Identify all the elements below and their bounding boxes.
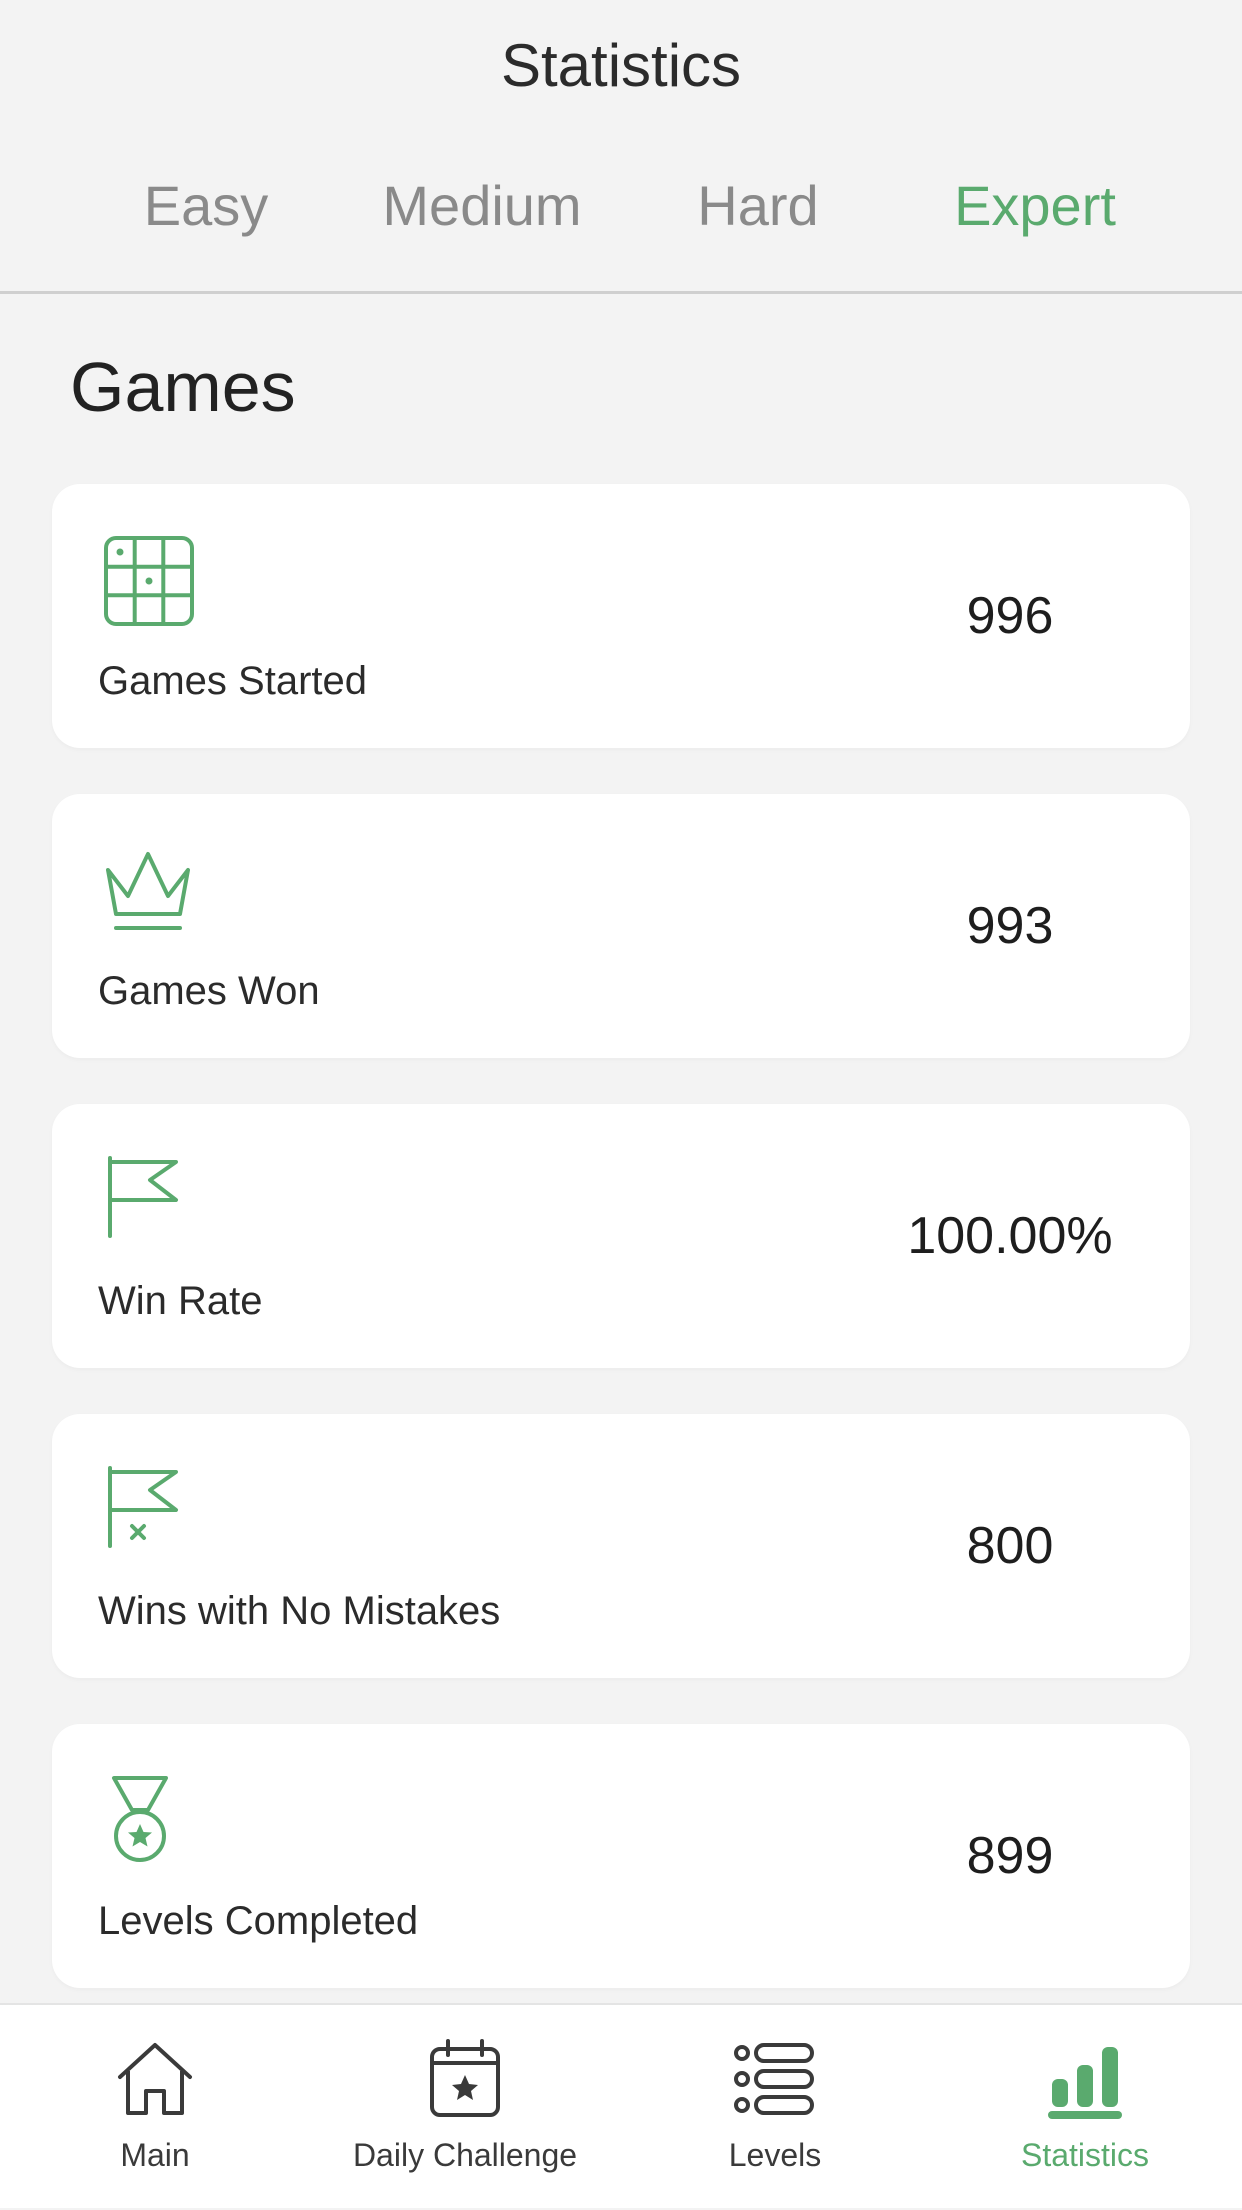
nav-item-levels[interactable]: Levels [620, 2005, 930, 2210]
home-icon [110, 2035, 200, 2125]
header: Statistics Easy Medium Hard Expert [0, 0, 1242, 294]
stat-value: 996 [966, 587, 1054, 645]
stat-card-wins-no-mistakes: Wins with No Mistakes 800 [52, 1414, 1190, 1678]
stat-card-levels-completed: Levels Completed 899 [52, 1724, 1190, 1988]
stat-label: Games Started [98, 659, 368, 703]
medal-icon [102, 1774, 198, 1870]
tab-easy[interactable]: Easy [68, 170, 344, 242]
stat-value: 993 [966, 897, 1054, 955]
bar-chart-icon [1040, 2035, 1130, 2125]
nav-label: Daily Challenge [352, 2137, 578, 2173]
tab-hard[interactable]: Hard [620, 170, 896, 242]
stat-card-games-started: Games Started 996 [52, 484, 1190, 748]
section-title: Games [70, 348, 296, 426]
nav-label: Statistics [1020, 2137, 1150, 2173]
nav-item-main[interactable]: Main [0, 2005, 310, 2210]
sudoku-grid-icon [102, 534, 198, 630]
calendar-star-icon [420, 2035, 510, 2125]
stat-label: Games Won [98, 969, 320, 1013]
stat-value: 100.00% [907, 1207, 1113, 1265]
tab-expert[interactable]: Expert [897, 170, 1173, 242]
nav-label: Main [120, 2137, 190, 2173]
nav-label: Levels [728, 2137, 822, 2173]
stat-card-games-won: Games Won 993 [52, 794, 1190, 1058]
page-title: Statistics [500, 32, 742, 99]
stat-card-win-rate: Win Rate 100.00% [52, 1104, 1190, 1368]
flag-icon [102, 1154, 198, 1250]
list-icon [730, 2035, 820, 2125]
stat-label: Wins with No Mistakes [98, 1589, 501, 1633]
tab-medium[interactable]: Medium [344, 170, 620, 242]
stat-value: 800 [966, 1517, 1054, 1575]
stat-label: Win Rate [98, 1279, 263, 1323]
flag-no-mistakes-icon [102, 1464, 198, 1560]
nav-item-statistics[interactable]: Statistics [930, 2005, 1240, 2210]
bottom-nav: Main Daily Challenge Levels Statistics [0, 2003, 1242, 2208]
difficulty-tabs: Easy Medium Hard Expert [0, 170, 1242, 250]
stat-label: Levels Completed [98, 1899, 419, 1943]
crown-icon [102, 844, 198, 940]
nav-item-daily-challenge[interactable]: Daily Challenge [310, 2005, 620, 2210]
stat-value: 899 [966, 1827, 1054, 1885]
